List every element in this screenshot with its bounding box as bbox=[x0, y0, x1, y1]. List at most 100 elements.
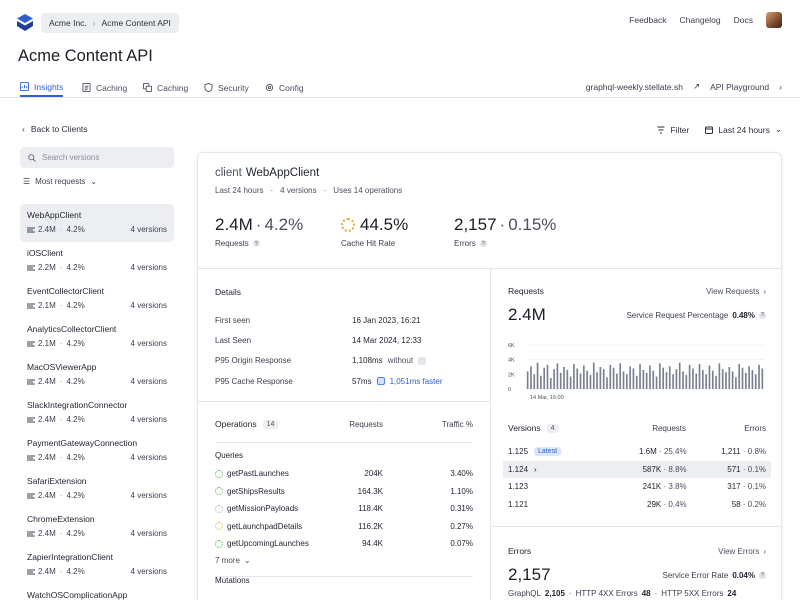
chart-bar[interactable] bbox=[744, 372, 747, 389]
chart-bar[interactable] bbox=[748, 366, 750, 389]
chart-bar[interactable] bbox=[655, 376, 658, 389]
chart-bar[interactable] bbox=[642, 369, 645, 389]
chart-bar[interactable] bbox=[622, 371, 625, 389]
chart-bar[interactable] bbox=[639, 364, 641, 389]
client-item[interactable]: EventCollectorClient 2.1M · 4.2% 4 versions bbox=[20, 280, 174, 318]
chart-bar[interactable] bbox=[725, 372, 727, 389]
chart-bar[interactable] bbox=[678, 362, 681, 389]
chart-bar[interactable] bbox=[586, 370, 588, 389]
search-input[interactable] bbox=[42, 153, 162, 162]
operation-row[interactable]: getMissionPayloads 118.4K 0.31% bbox=[215, 500, 473, 518]
chart-bar[interactable] bbox=[721, 369, 724, 389]
chart-bar[interactable] bbox=[632, 368, 635, 389]
chart-bar[interactable] bbox=[549, 378, 552, 389]
chart-bar[interactable] bbox=[754, 374, 757, 389]
tab-caching-rules[interactable]: Caching bbox=[143, 78, 188, 97]
help-icon[interactable]: ? bbox=[759, 571, 766, 579]
chart-bar[interactable] bbox=[695, 373, 698, 389]
chart-bar[interactable] bbox=[659, 363, 661, 389]
help-icon[interactable]: ? bbox=[479, 240, 487, 247]
chart-bar[interactable] bbox=[672, 374, 674, 389]
chart-bar[interactable] bbox=[735, 377, 737, 389]
chart-bar[interactable] bbox=[751, 369, 754, 389]
client-item[interactable]: PaymentGatewayConnection 2.4M · 4.2% 4 vers… bbox=[20, 432, 174, 470]
chart-bar[interactable] bbox=[616, 373, 618, 389]
help-icon[interactable]: ? bbox=[759, 311, 766, 319]
breadcrumb-org[interactable]: Acme Inc. bbox=[49, 18, 87, 28]
chart-bar[interactable] bbox=[652, 370, 655, 389]
chart-bar[interactable] bbox=[705, 374, 707, 389]
chart-bar[interactable] bbox=[589, 375, 592, 389]
chart-bar[interactable] bbox=[576, 368, 579, 389]
operation-row[interactable]: getUpcomingLaunches 94.4K 0.07% bbox=[215, 535, 473, 553]
breadcrumb-service[interactable]: Acme Content API bbox=[101, 18, 170, 28]
chart-bar[interactable] bbox=[556, 363, 559, 389]
client-item[interactable]: ChromeExtension 2.4M · 4.2% 4 versions bbox=[20, 508, 174, 546]
version-row[interactable]: 1.125 Latest 1.6M · 25.4% 1,211 · 0.8% bbox=[508, 443, 766, 461]
chart-bar[interactable] bbox=[602, 369, 605, 389]
chart-bar[interactable] bbox=[559, 372, 562, 389]
chart-bar[interactable] bbox=[579, 373, 582, 389]
chart-bar[interactable] bbox=[682, 371, 684, 389]
chart-bar[interactable] bbox=[702, 369, 704, 389]
version-row[interactable]: 1.123 241K · 3.8% 317 · 0.1% bbox=[508, 478, 766, 496]
chart-bar[interactable] bbox=[728, 367, 731, 389]
client-item[interactable]: SafariExtension 2.4M · 4.2% 4 versions bbox=[20, 470, 174, 508]
chart-bar[interactable] bbox=[563, 367, 565, 389]
back-to-clients-link[interactable]: ‹ Back to Clients bbox=[22, 124, 88, 134]
chart-bar[interactable] bbox=[599, 367, 602, 389]
operation-row[interactable]: getLaunchpadDetails 116.2K 0.27% bbox=[215, 518, 473, 536]
tab-config[interactable]: Config bbox=[265, 78, 304, 97]
tab-insights[interactable]: Insights bbox=[20, 78, 64, 97]
chart-bar[interactable] bbox=[738, 364, 741, 389]
api-playground-link[interactable]: API Playground bbox=[710, 82, 769, 92]
view-errors-link[interactable]: View Errors › bbox=[718, 546, 766, 556]
view-requests-link[interactable]: View Requests › bbox=[706, 286, 766, 296]
chart-bar[interactable] bbox=[606, 377, 608, 389]
client-item[interactable]: MacOSViewerApp 2.4M · 4.2% 4 versions bbox=[20, 356, 174, 394]
chart-bar[interactable] bbox=[711, 370, 714, 389]
show-more-button[interactable]: 7 more ⌄ bbox=[215, 556, 473, 565]
chart-bar[interactable] bbox=[698, 364, 701, 389]
search-field[interactable] bbox=[20, 147, 174, 168]
chart-bar[interactable] bbox=[629, 366, 631, 389]
chart-bar[interactable] bbox=[761, 368, 764, 389]
chart-bar[interactable] bbox=[708, 365, 711, 389]
feedback-link[interactable]: Feedback bbox=[629, 15, 666, 25]
tab-caching[interactable]: Caching bbox=[82, 78, 127, 97]
chart-bar[interactable] bbox=[731, 371, 734, 389]
client-item[interactable]: SlackIntegrationConnector 2.4M · 4.2% 4 ver… bbox=[20, 394, 174, 432]
chart-bar[interactable] bbox=[758, 364, 760, 389]
client-item[interactable]: WebAppClient 2.4M · 4.2% 4 versions bbox=[20, 204, 174, 242]
chart-bar[interactable] bbox=[553, 369, 555, 389]
chart-bar[interactable] bbox=[530, 366, 532, 389]
chart-bar[interactable] bbox=[715, 375, 717, 389]
chart-bar[interactable] bbox=[533, 374, 536, 389]
date-range-select[interactable]: Last 24 hours ⌄ bbox=[705, 124, 782, 135]
endpoint-link[interactable]: graphql-weekly.stellate.sh bbox=[586, 82, 683, 92]
changelog-link[interactable]: Changelog bbox=[680, 15, 721, 25]
client-item[interactable]: iOSClient 2.2M · 4.2% 4 versions bbox=[20, 242, 174, 280]
chart-bar[interactable] bbox=[609, 364, 612, 389]
chart-bar[interactable] bbox=[718, 363, 721, 389]
chart-bar[interactable] bbox=[645, 372, 648, 389]
chart-bar[interactable] bbox=[692, 368, 694, 389]
stellate-logo-icon[interactable] bbox=[17, 14, 33, 31]
chart-bar[interactable] bbox=[540, 375, 542, 389]
client-item[interactable]: WatchOSComplicationApp bbox=[20, 584, 174, 600]
chart-bar[interactable] bbox=[526, 371, 529, 389]
operation-row[interactable]: getPastLaunches 204K 3.40% bbox=[215, 465, 473, 483]
chart-bar[interactable] bbox=[675, 369, 678, 389]
sort-dropdown[interactable]: ☰ Most requests ⌄ bbox=[23, 177, 97, 186]
chart-bar[interactable] bbox=[625, 374, 628, 389]
chart-bar[interactable] bbox=[741, 367, 744, 389]
chart-bar[interactable] bbox=[665, 372, 668, 389]
chart-bar[interactable] bbox=[635, 375, 638, 389]
chart-bar[interactable] bbox=[536, 362, 539, 389]
client-item[interactable]: ZapierIntegrationClient 2.4M · 4.2% 4 versi… bbox=[20, 546, 174, 584]
chart-bar[interactable] bbox=[566, 369, 569, 389]
chart-bar[interactable] bbox=[569, 376, 572, 389]
operation-row[interactable]: getShipsResults 164.3K 1.10% bbox=[215, 483, 473, 501]
chart-bar[interactable] bbox=[662, 367, 665, 389]
chart-bar[interactable] bbox=[592, 362, 595, 389]
